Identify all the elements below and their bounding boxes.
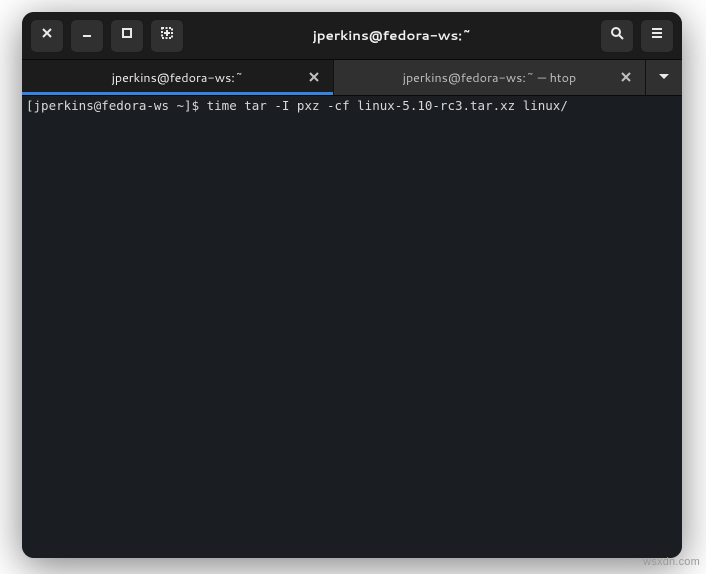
tab-bar: jperkins@fedora-ws:~ jperkins@fedora-ws:… xyxy=(22,60,682,96)
terminal-content[interactable]: [jperkins@fedora-ws ~]$ time tar -I pxz … xyxy=(22,96,682,558)
terminal-window: jperkins@fedora-ws:~ jperkins@fedora-ws:… xyxy=(22,12,682,558)
hamburger-menu-icon xyxy=(649,24,665,47)
close-button[interactable] xyxy=(30,19,64,53)
titlebar: jperkins@fedora-ws:~ xyxy=(22,12,682,60)
tab-label: jperkins@fedora-ws:~ xyxy=(112,69,244,87)
tab-close-button[interactable] xyxy=(617,69,635,87)
titlebar-left-controls xyxy=(30,19,184,53)
tab-dropdown-button[interactable] xyxy=(646,60,682,95)
close-icon xyxy=(39,24,55,47)
window-title: jperkins@fedora-ws:~ xyxy=(188,26,596,45)
search-button[interactable] xyxy=(600,19,634,53)
minimize-icon xyxy=(79,24,95,47)
chevron-down-icon xyxy=(657,66,671,89)
maximize-button[interactable] xyxy=(110,19,144,53)
new-tab-icon xyxy=(159,24,175,47)
search-icon xyxy=(609,24,625,47)
shell-prompt: [jperkins@fedora-ws ~]$ xyxy=(26,98,207,113)
close-icon xyxy=(309,69,319,87)
tab-close-button[interactable] xyxy=(305,69,323,87)
titlebar-right-controls xyxy=(600,19,674,53)
minimize-button[interactable] xyxy=(70,19,104,53)
close-icon xyxy=(621,69,631,87)
watermark: wsxdn.com xyxy=(643,556,700,568)
shell-command: time tar -I pxz -cf linux-5.10-rc3.tar.x… xyxy=(207,98,568,113)
maximize-icon xyxy=(119,24,135,47)
menu-button[interactable] xyxy=(640,19,674,53)
tab-terminal-1[interactable]: jperkins@fedora-ws:~ xyxy=(22,60,334,95)
tab-terminal-2[interactable]: jperkins@fedora-ws:~ — htop xyxy=(334,60,646,95)
tab-label: jperkins@fedora-ws:~ — htop xyxy=(403,69,576,87)
new-tab-button[interactable] xyxy=(150,19,184,53)
